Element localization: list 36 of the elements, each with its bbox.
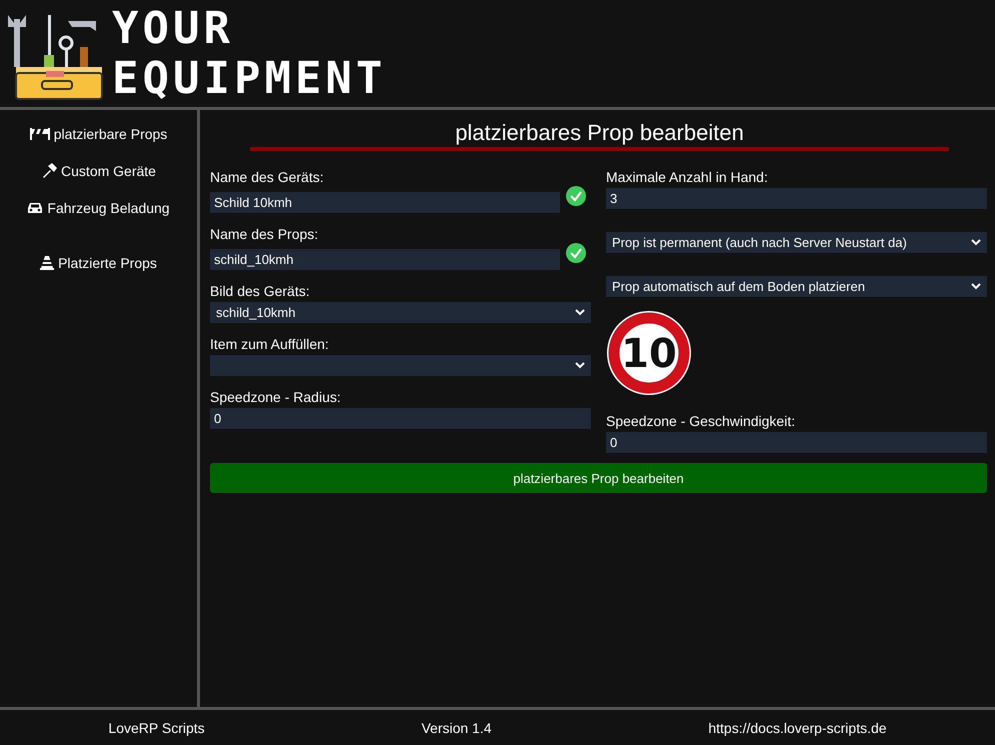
select-field[interactable]: Prop ist permanent (auch nach Server Neustart da) bbox=[606, 232, 987, 253]
footer-text: https://docs.loverp-scripts.de bbox=[708, 720, 887, 736]
footer-text: LoveRP Scripts bbox=[108, 720, 205, 736]
field-label: Name des Props: bbox=[210, 226, 320, 242]
sidebar-item[interactable]: Platzierte Props bbox=[36, 253, 161, 273]
cone-icon bbox=[40, 256, 54, 270]
hammer-icon bbox=[41, 163, 58, 179]
input-field[interactable]: 0 bbox=[210, 408, 591, 429]
sidebar-item[interactable]: Custom Geräte bbox=[37, 161, 160, 181]
logo-text: EQUIPMENT bbox=[112, 54, 386, 104]
select-field[interactable]: Prop automatisch auf dem Boden platzieren bbox=[606, 276, 987, 297]
logo-text: YOUR bbox=[112, 4, 235, 54]
field-label: Maximale Anzahl in Hand: bbox=[606, 169, 769, 185]
input-field[interactable]: 3 bbox=[606, 188, 987, 209]
field-label: Speedzone - Geschwindigkeit: bbox=[606, 413, 796, 429]
sidebar-item[interactable]: platzierbare Props bbox=[26, 124, 172, 144]
chevron-icon bbox=[575, 309, 585, 316]
chevron-icon bbox=[971, 283, 981, 290]
field-label: Speedzone - Radius: bbox=[210, 389, 342, 405]
submit-button[interactable]: platzierbares Prop bearbeiten bbox=[210, 463, 987, 493]
sidebar-item[interactable]: Fahrzeug Beladung bbox=[23, 198, 174, 218]
field-label: Name des Geräts: bbox=[210, 169, 325, 185]
car-icon bbox=[27, 201, 44, 215]
input-field[interactable]: Schild 10kmh bbox=[210, 192, 560, 213]
input-field[interactable]: schild_10kmh bbox=[210, 249, 560, 270]
footer-text: Version 1.4 bbox=[421, 720, 492, 736]
barrier-icon bbox=[30, 128, 50, 140]
chevron-icon bbox=[575, 362, 585, 369]
form-title: platzierbares Prop bearbeiten bbox=[250, 120, 949, 151]
field-label: Item zum Auffüllen: bbox=[210, 336, 330, 352]
select-field[interactable] bbox=[210, 355, 591, 376]
input-field[interactable]: 0 bbox=[606, 432, 987, 453]
chevron-icon bbox=[971, 239, 981, 246]
select-field[interactable]: schild_10kmh bbox=[210, 302, 591, 323]
speed-limit-sign-icon: 10 bbox=[606, 310, 692, 396]
field-label: Bild des Geräts: bbox=[210, 283, 311, 299]
